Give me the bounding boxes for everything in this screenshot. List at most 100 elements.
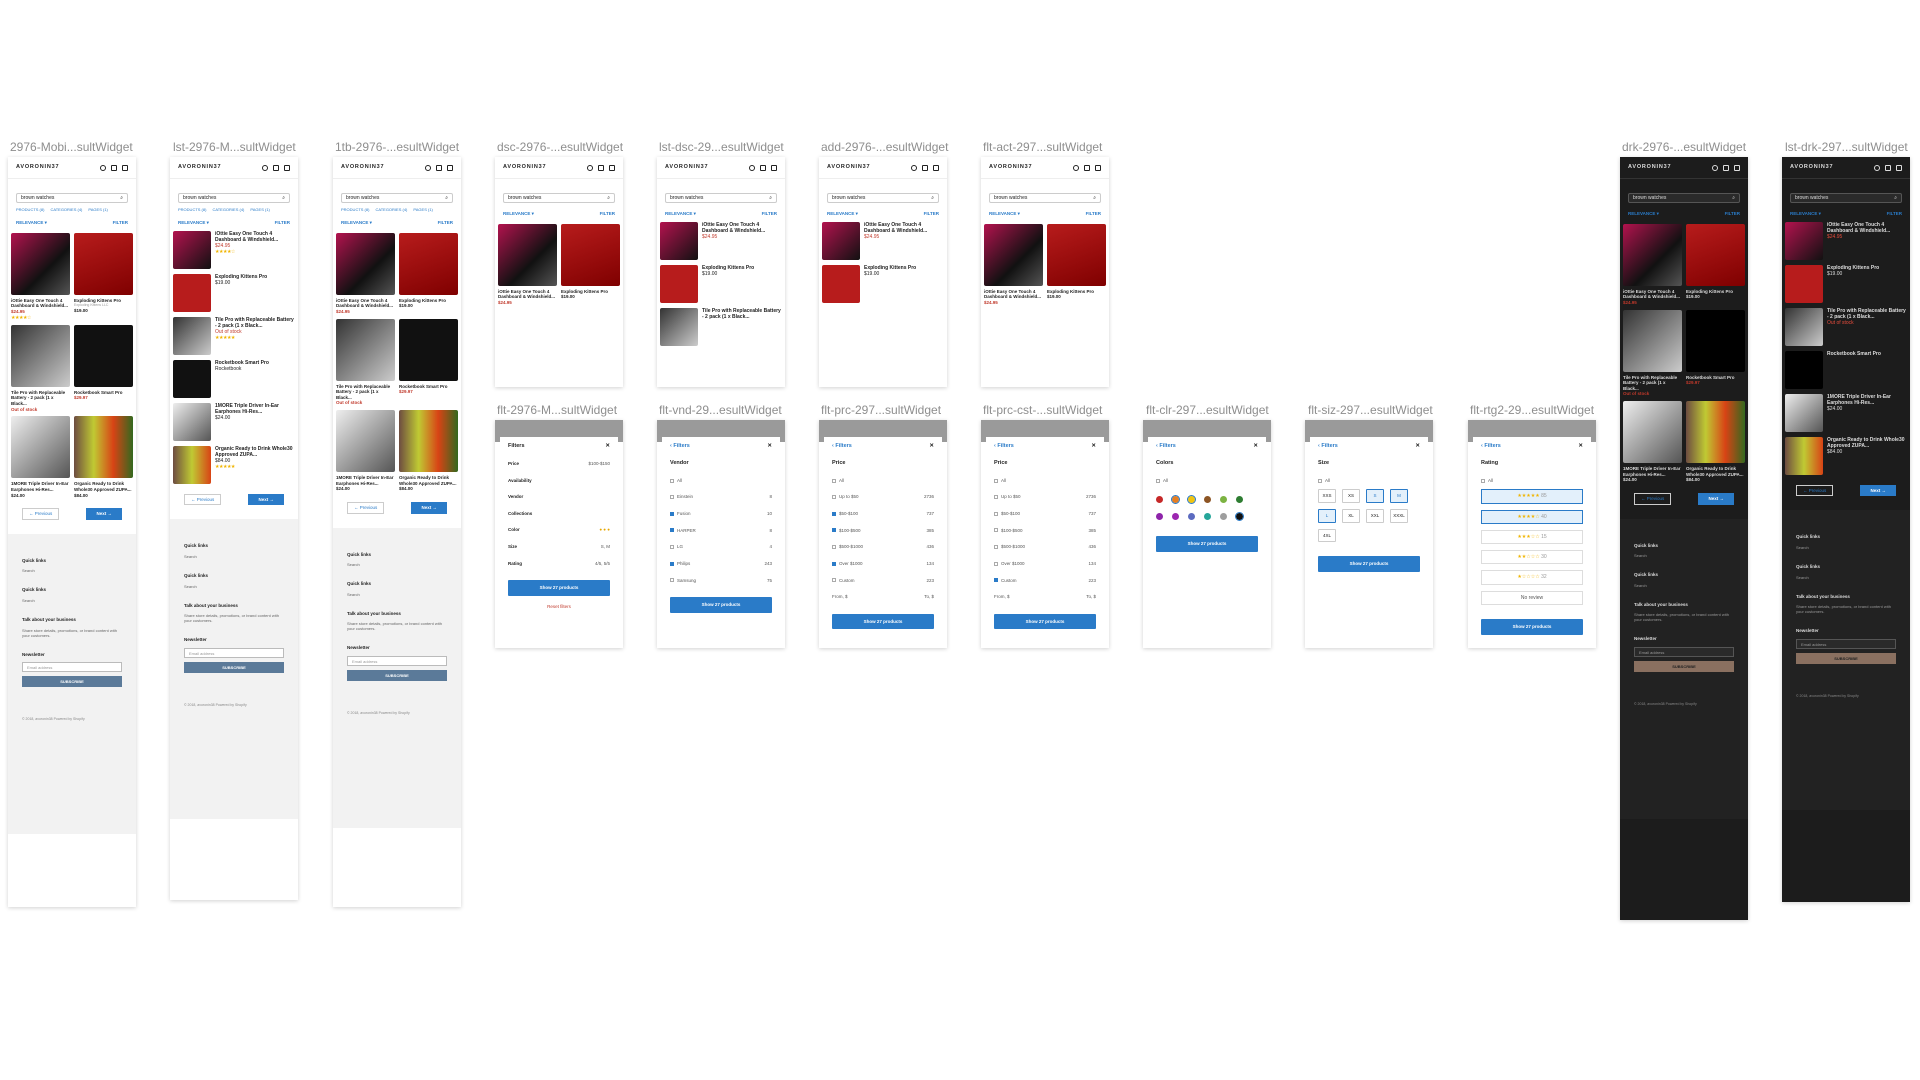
- back-button[interactable]: ‹ Filters: [670, 443, 690, 450]
- product-card[interactable]: iOttie Easy One Touch 4 Dashboard & Wind…: [984, 223, 1043, 306]
- menu-icon[interactable]: [1734, 164, 1740, 171]
- tab-categories[interactable]: CATEGORIES (4): [50, 207, 82, 212]
- product-card[interactable]: 1MORE Triple Driver In-Ear Earphones Hi-…: [11, 416, 70, 498]
- email-field[interactable]: Email address: [22, 662, 122, 673]
- list-item[interactable]: Rocketbook Smart Pro Rocketbook: [173, 359, 295, 398]
- filter-option[interactable]: $100-$500 385: [994, 528, 1096, 534]
- bag-icon[interactable]: [273, 164, 279, 171]
- store-logo[interactable]: AVORONIN37: [827, 164, 870, 171]
- list-item[interactable]: Rocketbook Smart Pro: [1785, 350, 1907, 389]
- previous-button[interactable]: ← Previous: [1796, 484, 1834, 497]
- bag-icon[interactable]: [760, 164, 766, 171]
- menu-icon[interactable]: [447, 164, 453, 171]
- store-logo[interactable]: AVORONIN37: [665, 164, 708, 171]
- color-swatch[interactable]: [1220, 496, 1227, 504]
- back-button[interactable]: ‹ Filters: [832, 443, 852, 450]
- size-chip[interactable]: XXXL: [1390, 509, 1408, 523]
- list-item[interactable]: Organic Ready to Drink Whole30 Approved …: [173, 445, 295, 484]
- subscribe-button[interactable]: SUBSCRIBE: [22, 676, 122, 688]
- price-to-field[interactable]: To, $: [924, 594, 934, 600]
- footer-link[interactable]: Search: [22, 598, 122, 603]
- color-swatch[interactable]: [1204, 496, 1211, 504]
- filter-option[interactable]: Fusion 10: [670, 511, 772, 517]
- back-button[interactable]: ‹ Filters: [1156, 443, 1176, 450]
- product-card[interactable]: Rocketbook Smart Pro $29.97: [1686, 309, 1745, 398]
- search-input[interactable]: brown watches ⌕: [989, 193, 1101, 203]
- bag-icon[interactable]: [1084, 164, 1090, 171]
- filter-option[interactable]: All: [1156, 478, 1258, 484]
- search-input[interactable]: brown watches ⌕: [1790, 193, 1902, 203]
- size-chip[interactable]: S: [1366, 489, 1384, 503]
- store-logo[interactable]: AVORONIN37: [503, 164, 546, 171]
- tab-categories[interactable]: CATEGORIES (4): [375, 207, 407, 212]
- rating-option[interactable]: No review: [1481, 590, 1583, 605]
- search-icon[interactable]: [911, 164, 917, 171]
- list-item[interactable]: Exploding Kittens Pro $19.00: [173, 273, 295, 312]
- search-icon[interactable]: ⌕: [769, 195, 772, 201]
- subscribe-button[interactable]: SUBSCRIBE: [1796, 652, 1896, 664]
- menu-icon[interactable]: [933, 164, 939, 171]
- sort-dropdown[interactable]: RELEVANCE ▾: [503, 211, 534, 217]
- show-products-button[interactable]: Show 27 products: [670, 597, 772, 613]
- subscribe-button[interactable]: SUBSCRIBE: [1634, 661, 1734, 672]
- subscribe-button[interactable]: SUBSCRIBE: [347, 670, 447, 681]
- list-item[interactable]: Tile Pro with Replaceable Battery - 2 pa…: [173, 316, 295, 355]
- tab-products[interactable]: PRODUCTS (8): [341, 207, 369, 212]
- bag-icon[interactable]: [1723, 164, 1729, 171]
- search-icon[interactable]: [749, 164, 755, 171]
- tab-pages[interactable]: PAGES (1): [413, 207, 433, 212]
- list-item[interactable]: iOttie Easy One Touch 4 Dashboard & Wind…: [822, 221, 944, 260]
- filter-row[interactable]: Rating 4/5, 5/5: [508, 561, 610, 567]
- store-logo[interactable]: AVORONIN37: [989, 164, 1032, 171]
- tab-products[interactable]: PRODUCTS (8): [16, 207, 44, 212]
- next-button[interactable]: Next →: [86, 508, 122, 520]
- filter-option[interactable]: $500-$1000 436: [832, 544, 934, 550]
- store-logo[interactable]: AVORONIN37: [178, 164, 221, 171]
- product-card[interactable]: Organic Ready to Drink Whole30 Approved …: [74, 416, 133, 498]
- search-icon[interactable]: [587, 164, 593, 171]
- product-card[interactable]: Exploding Kittens Pro Exploding Kittens L…: [74, 232, 133, 321]
- search-icon[interactable]: [1712, 164, 1718, 171]
- search-icon[interactable]: ⌕: [445, 195, 448, 201]
- filter-button[interactable]: FILTER: [1887, 211, 1902, 217]
- filter-button[interactable]: FILTER: [438, 220, 453, 226]
- color-swatch[interactable]: [1156, 512, 1163, 520]
- search-icon[interactable]: [425, 164, 431, 171]
- sort-dropdown[interactable]: RELEVANCE ▾: [341, 220, 372, 226]
- footer-link[interactable]: Search: [22, 568, 122, 573]
- menu-icon[interactable]: [1095, 164, 1101, 171]
- color-swatch[interactable]: [1236, 496, 1243, 504]
- bag-icon[interactable]: [111, 164, 117, 171]
- list-item[interactable]: Exploding Kittens Pro $19.00: [1785, 264, 1907, 303]
- show-products-button[interactable]: Show 27 products: [508, 580, 610, 596]
- filter-row[interactable]: Price $100-$150: [508, 461, 610, 467]
- filter-button[interactable]: FILTER: [113, 220, 128, 226]
- previous-button[interactable]: ← Previous: [184, 493, 222, 506]
- footer-link[interactable]: Search: [1634, 583, 1734, 588]
- size-chip[interactable]: XL: [1342, 509, 1360, 523]
- list-item[interactable]: Tile Pro with Replaceable Battery - 2 pa…: [660, 307, 782, 346]
- search-icon[interactable]: ⌕: [931, 195, 934, 201]
- price-from-field[interactable]: From, $: [994, 594, 1010, 600]
- tab-categories[interactable]: CATEGORIES (4): [212, 207, 244, 212]
- tab-products[interactable]: PRODUCTS (8): [178, 207, 206, 212]
- close-icon[interactable]: ✕: [1578, 443, 1583, 450]
- close-icon[interactable]: ✕: [1415, 443, 1420, 450]
- sort-dropdown[interactable]: RELEVANCE ▾: [989, 211, 1020, 217]
- search-icon[interactable]: [1073, 164, 1079, 171]
- sort-dropdown[interactable]: RELEVANCE ▾: [16, 220, 47, 226]
- product-card[interactable]: Rocketbook Smart Pro $29.97: [399, 318, 458, 407]
- search-input[interactable]: brown watches ⌕: [178, 193, 290, 203]
- footer-link[interactable]: Search: [1634, 553, 1734, 558]
- filter-option[interactable]: Philips 243: [670, 561, 772, 567]
- size-chip[interactable]: M: [1390, 489, 1408, 503]
- email-field[interactable]: Email address: [347, 656, 447, 666]
- search-icon[interactable]: ⌕: [120, 195, 123, 201]
- color-swatch[interactable]: [1204, 512, 1211, 520]
- list-item[interactable]: Exploding Kittens Pro $19.00: [822, 264, 944, 303]
- product-card[interactable]: Rocketbook Smart Pro $29.97: [74, 324, 133, 413]
- filter-row[interactable]: Color ● ● ●: [508, 527, 610, 533]
- show-products-button[interactable]: Show 27 products: [1156, 535, 1258, 552]
- product-card[interactable]: iOttie Easy One Touch 4 Dashboard & Wind…: [1623, 223, 1682, 306]
- product-card[interactable]: Exploding Kittens Pro $19.00: [561, 223, 620, 306]
